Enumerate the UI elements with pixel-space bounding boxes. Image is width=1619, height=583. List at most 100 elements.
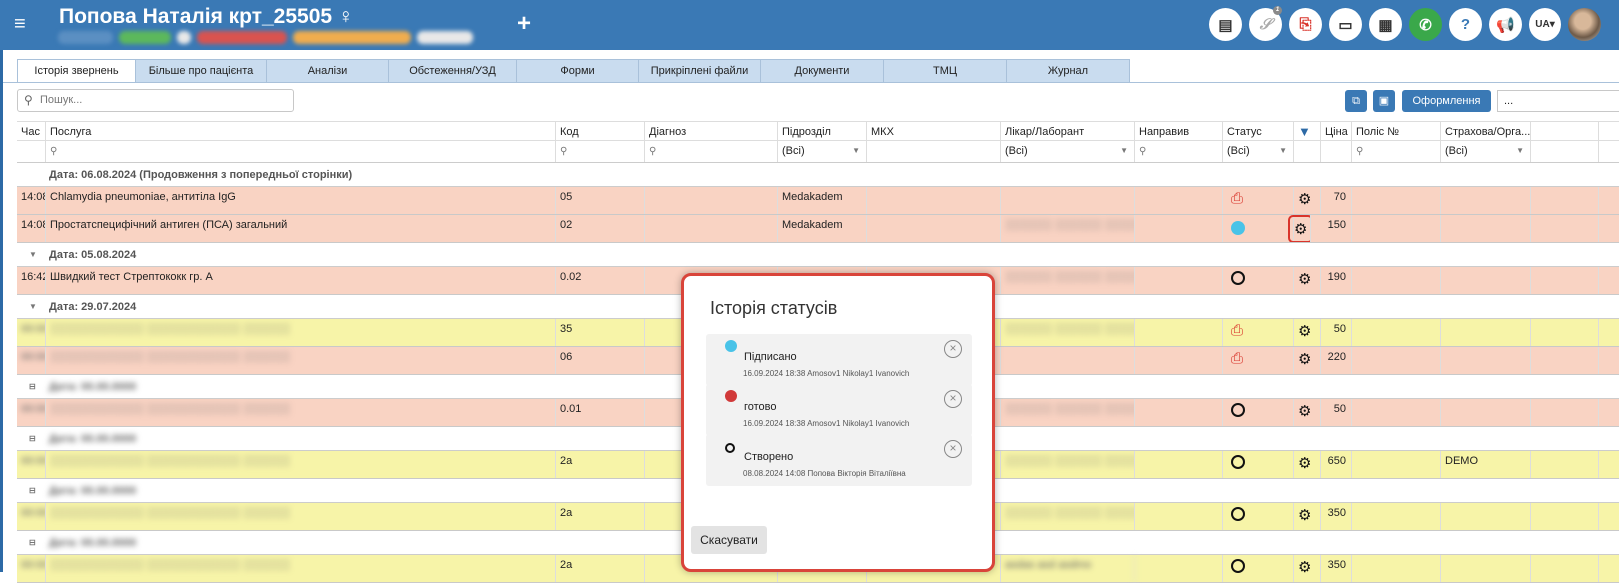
tab-7[interactable]: Документи — [760, 59, 884, 83]
gear-icon[interactable]: ⚙ — [1298, 402, 1311, 422]
filter-insurer[interactable]: (Всі) ▼ — [1441, 141, 1531, 162]
tab-4[interactable]: Обстеження/УЗД — [388, 59, 517, 83]
group-header[interactable]: Дата: 06.08.2024 (Продовження з попередн… — [17, 163, 1619, 187]
cell-department: Medakadem — [778, 187, 867, 214]
col-extra[interactable] — [1531, 122, 1599, 140]
gear-icon[interactable]: ⚙ — [1294, 319, 1321, 346]
cell-referred — [1135, 399, 1223, 426]
remove-icon[interactable]: × — [944, 390, 962, 408]
gear-icon[interactable]: ⚙ — [1294, 187, 1321, 214]
gear-icon[interactable]: ⚙ — [1294, 347, 1321, 374]
signature-icon[interactable]: 𝒮1 — [1249, 6, 1282, 41]
filter-code[interactable]: ⚲ — [556, 141, 645, 162]
col-mkh[interactable]: МКХ — [867, 122, 1001, 140]
cell-service: Простатспецифічний антиген (ПСА) загальн… — [46, 215, 556, 242]
tab-6[interactable]: Прикріплені файли — [638, 59, 761, 83]
gear-icon[interactable]: ⚙ — [1298, 190, 1311, 210]
col-status[interactable]: Статус — [1223, 122, 1294, 140]
table-row[interactable]: 14:08 Chlamydia pneumoniae, антитіла IgG 0… — [17, 187, 1619, 215]
tab-5[interactable]: Форми — [516, 59, 639, 83]
col-policy[interactable]: Поліс № — [1352, 122, 1441, 140]
megaphone-icon[interactable]: 📢 — [1489, 8, 1522, 41]
calculator-icon[interactable]: ▦ — [1369, 8, 1402, 41]
copy-icon[interactable]: ⧉ — [1345, 90, 1367, 112]
gear-icon[interactable]: ⚙ — [1298, 270, 1311, 290]
collapse-icon[interactable]: ⊟ — [29, 479, 36, 503]
tab-8[interactable]: ТМЦ — [883, 59, 1007, 83]
remove-icon[interactable]: × — [944, 440, 962, 458]
gear-icon[interactable]: ⚙ — [1294, 267, 1321, 294]
language-selector[interactable]: UA▾ — [1529, 8, 1561, 41]
search-input[interactable]: ⚲ Пошук... — [17, 89, 294, 112]
cell-extra — [1531, 215, 1599, 242]
col-time[interactable]: Час — [17, 122, 46, 140]
collapse-icon[interactable]: ⊟ — [29, 375, 36, 399]
collapse-icon[interactable]: ⊟ — [29, 531, 36, 555]
collapse-icon[interactable]: ▼ — [29, 295, 37, 319]
cell-time: 00:00 — [17, 347, 46, 374]
col-service[interactable]: Послуга — [46, 122, 556, 140]
remove-icon[interactable]: × — [944, 340, 962, 358]
col-diagnosis[interactable]: Діагноз — [645, 122, 778, 140]
filter-policy[interactable]: ⚲ — [1352, 141, 1441, 162]
tab-2[interactable]: Більше про пацієнта — [135, 59, 267, 83]
chat-icon[interactable]: ▤ — [1209, 8, 1242, 41]
tab-3[interactable]: Аналізи — [266, 59, 389, 83]
card-icon[interactable]: ▭ — [1329, 8, 1362, 41]
doc-select[interactable]: ... — [1497, 90, 1619, 112]
gear-icon[interactable]: ⚙ — [1298, 506, 1311, 526]
gear-icon[interactable]: ⚙ — [1298, 558, 1311, 578]
cell-code: 06 — [556, 347, 645, 374]
filter-icon[interactable]: ▼ — [1298, 124, 1311, 139]
filter-doctor[interactable]: (Всі) ▼ — [1001, 141, 1135, 162]
gear-icon[interactable]: ⚙ — [1294, 503, 1321, 530]
cell-insurer — [1441, 267, 1531, 294]
filter-service[interactable]: ⚲ — [46, 141, 556, 162]
col-price[interactable]: Ціна — [1321, 122, 1352, 140]
cell-department: Medakadem — [778, 215, 867, 242]
gear-icon[interactable]: ⚙ — [1298, 350, 1311, 370]
gear-icon[interactable]: ⚙ — [1294, 451, 1321, 478]
grid-header: Час Послуга Код Діагноз Підрозділ МКХ Лікар/Ла… — [17, 121, 1619, 141]
table-row[interactable]: 14:08 Простатспецифічний антиген (ПСА) за… — [17, 215, 1619, 243]
filter-referred[interactable]: ⚲ — [1135, 141, 1223, 162]
cell-status — [1223, 451, 1294, 478]
gear-icon[interactable]: ⚙ — [1284, 215, 1311, 242]
tab-9[interactable]: Журнал — [1006, 59, 1130, 83]
col-referred[interactable]: Направив — [1135, 122, 1223, 140]
avatar[interactable] — [1568, 8, 1601, 41]
cell-doctor — [1001, 347, 1135, 374]
tab-1[interactable]: Історія звернень — [17, 59, 136, 83]
cell-doctor: ░░░░░░ ░░░░░░ ░░░░░ — [1001, 503, 1135, 530]
pdf-icon[interactable]: ⎘ — [1289, 8, 1322, 41]
gear-icon[interactable]: ⚙ — [1298, 322, 1311, 342]
hamburger-icon[interactable]: ≡ — [14, 13, 32, 35]
gear-highlight[interactable]: ⚙ — [1288, 215, 1310, 242]
cell-referred — [1135, 503, 1223, 530]
cell-extra — [1531, 267, 1599, 294]
collapse-icon[interactable]: ⊟ — [29, 427, 36, 451]
filter-row: ⚲ ⚲ ⚲ (Всі) ▼ (Всі) ▼ ⚲ (Всі) ▼ ⚲ (Всі) ▼ — [17, 141, 1619, 163]
help-icon[interactable]: ? — [1449, 8, 1482, 41]
col-doctor[interactable]: Лікар/Лаборант — [1001, 122, 1135, 140]
filter-department[interactable]: (Всі) ▼ — [778, 141, 867, 162]
filter-status[interactable]: (Всі) ▼ — [1223, 141, 1294, 162]
gear-icon[interactable]: ⚙ — [1298, 454, 1311, 474]
filter-diagnosis[interactable]: ⚲ — [645, 141, 778, 162]
col-gear[interactable]: ▼ — [1294, 122, 1321, 140]
gear-icon[interactable]: ⚙ — [1294, 555, 1321, 582]
save-icon[interactable]: ▣ — [1373, 90, 1395, 112]
group-header[interactable]: ▼ Дата: 05.08.2024 — [17, 243, 1619, 267]
modal-title: Історія статусів — [710, 298, 838, 318]
gear-icon[interactable]: ⚙ — [1294, 220, 1307, 240]
collapse-icon[interactable]: ▼ — [29, 243, 37, 267]
gear-icon[interactable]: ⚙ — [1294, 399, 1321, 426]
col-insurer[interactable]: Страхова/Орга... — [1441, 122, 1531, 140]
col-code[interactable]: Код — [556, 122, 645, 140]
design-button[interactable]: Оформлення — [1402, 90, 1491, 112]
cancel-button[interactable]: Скасувати — [691, 526, 767, 554]
col-department[interactable]: Підрозділ — [778, 122, 867, 140]
phone-icon[interactable]: ✆ — [1409, 8, 1442, 41]
add-icon[interactable]: + — [517, 10, 531, 38]
filter-value: (Всі) — [782, 145, 805, 157]
